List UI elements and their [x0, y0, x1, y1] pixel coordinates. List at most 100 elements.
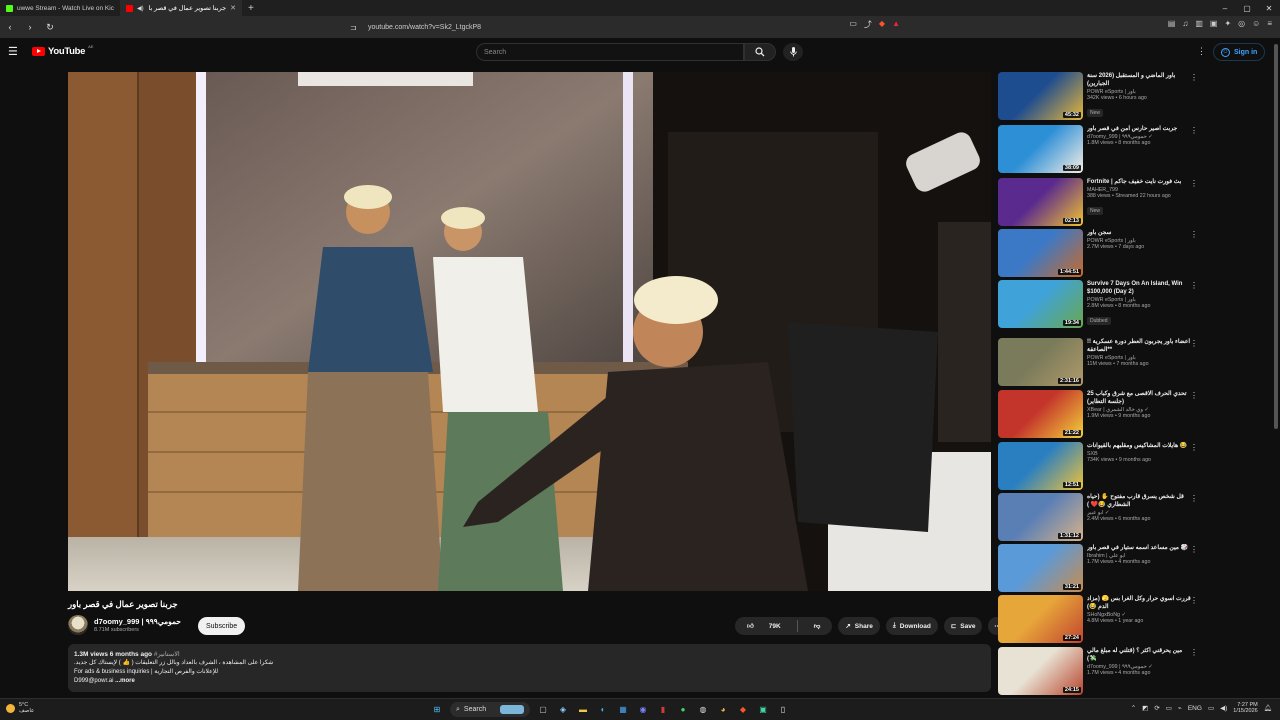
tab-kick[interactable]: uwwe Stream - Watch Live on Kick [0, 0, 120, 16]
store-icon[interactable]: ▦ [616, 703, 630, 717]
tray-overflow-icon[interactable]: ⌃ [1131, 704, 1136, 712]
taskbar-search[interactable]: ⌕ Search [450, 702, 530, 717]
video-title[interactable]: Survive 7 Days On An Island, Win $100,00… [1087, 280, 1191, 296]
forward-icon[interactable]: › [24, 22, 36, 33]
address-bar[interactable]: ⊐ youtube.com/watch?v=Sk2_LtgckP8 [350, 19, 913, 35]
video-thumbnail[interactable]: 12:51 [998, 442, 1083, 490]
video-title[interactable]: باور الماضي و المستقبل (2026 سنة الجباري… [1087, 72, 1191, 88]
recommended-video[interactable]: 1:31:12 قل شخص يسرق قارب مفتوح ✋ (حياه ا… [998, 493, 1204, 541]
audio-icon[interactable]: ◀) [137, 5, 144, 12]
tray-app-icon[interactable]: ◩ [1142, 704, 1148, 712]
vpn-icon[interactable]: ◎ [1238, 19, 1245, 28]
obs-icon[interactable]: ◍ [696, 703, 710, 717]
minimize-button[interactable]: – [1214, 4, 1236, 13]
clock[interactable]: 7:27 PM 1/15/2026 [1233, 702, 1257, 715]
video-thumbnail[interactable]: 38:09 [998, 125, 1083, 173]
youtube-logo[interactable]: YouTube AE [32, 44, 93, 57]
sign-in-button[interactable]: ☺ Sign in [1213, 43, 1266, 61]
more-options-icon[interactable]: ⋮ [1190, 391, 1198, 400]
video-title[interactable]: اعضاء باور يجربون العطر دورة عسكرية !! *… [1087, 338, 1191, 354]
video-thumbnail[interactable]: 02:13 [998, 178, 1083, 226]
subscribe-button[interactable]: Subscribe [198, 617, 246, 635]
tray-sync-icon[interactable]: ⟳ [1154, 704, 1159, 712]
extension-icon[interactable]: ✦ [1224, 19, 1231, 28]
file-explorer-icon[interactable]: ▬ [576, 703, 590, 717]
maximize-button[interactable]: ▢ [1236, 4, 1258, 13]
recommended-video[interactable]: 2:31:16 اعضاء باور يجربون العطر دورة عسك… [998, 338, 1204, 386]
description-box[interactable]: 1.3M views 6 months ago #الاستانير شكرا … [68, 644, 991, 692]
back-icon[interactable]: ‹ [4, 22, 16, 33]
video-title[interactable]: قل شخص يسرق قارب مفتوح ✋ (حياه الشطاري 😂… [1087, 493, 1191, 509]
settings-more-icon[interactable]: ⋮ [1197, 46, 1206, 57]
notification-icon[interactable]: 🔔︎ [1264, 704, 1272, 712]
panel-icon[interactable]: ▥ [1195, 19, 1203, 28]
video-title[interactable]: سجن باور [1087, 229, 1191, 237]
more-options-icon[interactable]: ⋮ [1190, 281, 1198, 290]
edge-icon[interactable]: ◐ [596, 703, 610, 717]
video-title[interactable]: تحدي الحرف الاقصى مع شرق وكباب 25 (جلسة … [1087, 390, 1191, 406]
save-button[interactable]: ⊏ Save [943, 617, 983, 635]
recommended-video[interactable]: 31:21 مين مساعد اسمه ستيار في قصر باور 🎲… [998, 544, 1204, 592]
close-tab-icon[interactable]: ✕ [230, 4, 236, 12]
tabs-icon[interactable]: ▣ [1210, 19, 1218, 28]
more-options-icon[interactable]: ⋮ [1190, 179, 1198, 188]
video-thumbnail[interactable]: 45:32 [998, 72, 1083, 120]
music-icon[interactable]: ♫ [1182, 19, 1188, 28]
recommended-video[interactable]: 02:13 Fortnite | بث فورت نايت خفيف جاكم … [998, 178, 1204, 226]
voice-search-button[interactable] [783, 43, 803, 61]
share-button[interactable]: ↗ Share [838, 617, 880, 635]
video-title[interactable]: مين يحرقني اكثر ؟ (قتلني له مبلغ مالي 💸) [1087, 647, 1191, 663]
more-options-icon[interactable]: ⋮ [1190, 596, 1198, 605]
more-options-icon[interactable]: ⋮ [1190, 73, 1198, 82]
share-page-icon[interactable]: ⤴ [864, 19, 872, 30]
more-options-icon[interactable]: ⋮ [1190, 126, 1198, 135]
hashtag[interactable]: #الاستانير [154, 651, 180, 658]
tab-youtube[interactable]: ◀) جربنا تصوير عمال في قصر باور ✕ [120, 0, 242, 16]
more-options-icon[interactable]: ⋮ [1190, 648, 1198, 657]
tray-usb-icon[interactable]: ⌁ [1178, 704, 1182, 712]
search-button[interactable] [744, 43, 776, 61]
video-thumbnail[interactable]: 21:22 [998, 390, 1083, 438]
search-input[interactable]: Search [476, 43, 744, 61]
profile-icon[interactable]: ☺ [1252, 19, 1260, 28]
video-thumbnail[interactable]: 31:21 [998, 544, 1083, 592]
cast-icon[interactable]: ▭ [849, 19, 857, 30]
video-thumbnail[interactable]: 27:24 [998, 595, 1083, 643]
video-title[interactable]: هايلات المشاكيس ومقلبهم بالقيوانات 😂 [1087, 442, 1191, 450]
channel-avatar[interactable] [68, 615, 88, 635]
brave-icon[interactable]: ◆ [736, 703, 750, 717]
reload-icon[interactable]: ↻ [44, 22, 56, 33]
recommended-video[interactable]: 12:51 هايلات المشاكيس ومقلبهم بالقيوانات… [998, 442, 1204, 490]
download-button[interactable]: ⤓ Download [885, 617, 938, 635]
bookmark-icon[interactable]: ⊐ [350, 23, 357, 32]
recommended-video[interactable]: 21:22 تحدي الحرف الاقصى مع شرق وكباب 25 … [998, 390, 1204, 438]
language-indicator[interactable]: ENG [1188, 705, 1202, 712]
whatsapp-icon[interactable]: ● [676, 703, 690, 717]
video-title[interactable]: جربت اصير حارس امن في قصر باور [1087, 125, 1191, 133]
video-thumbnail[interactable]: 2:31:16 [998, 338, 1083, 386]
tray-display-icon[interactable]: ▭ [1166, 704, 1172, 712]
new-tab-button[interactable]: + [242, 3, 260, 14]
video-title[interactable]: مين مساعد اسمه ستيار في قصر باور 🎲 [1087, 544, 1191, 552]
notepad-icon[interactable]: ▯ [776, 703, 790, 717]
more-options-icon[interactable]: ⋮ [1190, 545, 1198, 554]
channel-name[interactable]: d7oomy_999 | حمومي٩٩٩ [94, 617, 181, 626]
recommended-video[interactable]: 27:24 قررت اسوي حرار وكل الغرا بس 🫣 (مزا… [998, 595, 1204, 643]
video-title[interactable]: قررت اسوي حرار وكل الغرا بس 🫣 (مزاد الدم… [1087, 595, 1191, 611]
more-options-icon[interactable]: ⋮ [1190, 494, 1198, 503]
video-title[interactable]: Fortnite | بث فورت نايت خفيف جاكم [1087, 178, 1191, 186]
network-icon[interactable]: ▭ [1208, 704, 1214, 712]
show-more-link[interactable]: ...more [115, 678, 135, 684]
video-player[interactable] [68, 72, 991, 591]
more-options-icon[interactable]: ⋮ [1190, 339, 1198, 348]
more-options-icon[interactable]: ⋮ [1190, 230, 1198, 239]
recommended-video[interactable]: 45:32 باور الماضي و المستقبل (2026 سنة ا… [998, 72, 1204, 120]
recommended-video[interactable]: 38:09 جربت اصير حارس امن في قصر باور d7o… [998, 125, 1204, 173]
dislike-button[interactable]: 👎︎ [802, 617, 833, 635]
guide-menu-icon[interactable]: ☰ [8, 45, 18, 58]
recommended-video[interactable]: 19:34 Survive 7 Days On An Island, Win $… [998, 280, 1204, 328]
start-icon[interactable]: ⊞ [430, 703, 444, 717]
recommended-video[interactable]: 1:44:51 سجن باور POWR eSports | باور 2.7… [998, 229, 1204, 277]
copilot-icon[interactable]: ◈ [556, 703, 570, 717]
more-options-icon[interactable]: ⋮ [1190, 443, 1198, 452]
